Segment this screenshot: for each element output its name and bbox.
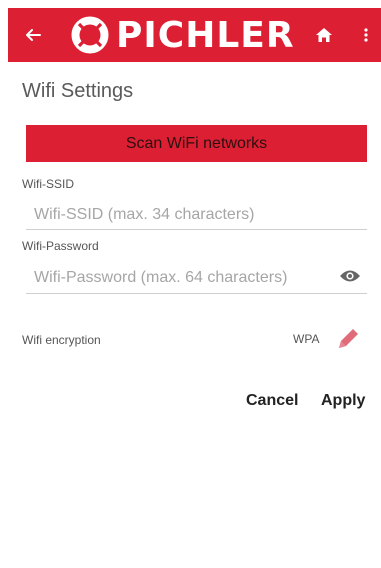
password-label: Wifi-Password bbox=[22, 239, 99, 253]
edit-encryption-button[interactable] bbox=[333, 324, 363, 354]
back-button[interactable] bbox=[20, 22, 46, 48]
show-password-button[interactable] bbox=[338, 267, 362, 285]
scan-wifi-button[interactable]: Scan WiFi networks bbox=[26, 125, 367, 162]
more-vertical-icon bbox=[364, 28, 368, 42]
ssid-label: Wifi-SSID bbox=[22, 177, 74, 191]
encryption-value: WPA bbox=[293, 332, 320, 346]
eye-icon bbox=[340, 270, 360, 282]
password-input[interactable] bbox=[26, 262, 367, 294]
logo-text: PICHLER bbox=[116, 14, 295, 56]
home-icon bbox=[316, 28, 332, 42]
pichler-logo: PICHLER bbox=[70, 12, 295, 58]
encryption-label: Wifi encryption bbox=[22, 333, 101, 347]
pichler-lifebuoy-icon bbox=[71, 16, 109, 54]
back-arrow-icon bbox=[26, 29, 41, 41]
home-button[interactable] bbox=[312, 23, 336, 47]
page-title: Wifi Settings bbox=[22, 80, 134, 102]
cancel-button[interactable]: Cancel bbox=[246, 392, 298, 410]
app-screen: PICHLER Wifi Settings Scan WiFi networks… bbox=[8, 8, 381, 568]
app-bar: PICHLER bbox=[8, 8, 381, 62]
ssid-input[interactable] bbox=[26, 200, 367, 230]
overflow-menu-button[interactable] bbox=[356, 23, 376, 47]
apply-button[interactable]: Apply bbox=[321, 392, 365, 410]
pencil-icon bbox=[339, 329, 358, 348]
